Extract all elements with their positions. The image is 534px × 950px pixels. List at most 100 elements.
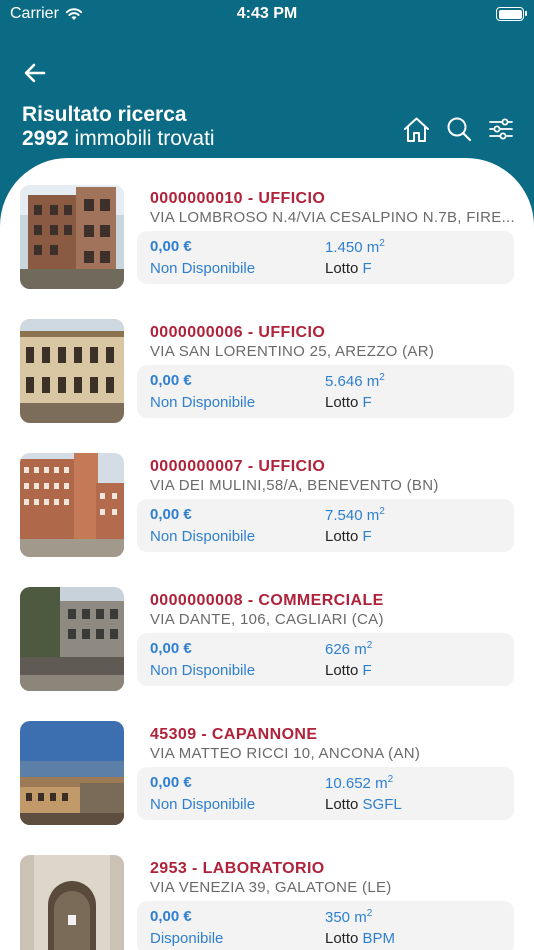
property-code: 45309 - CAPANNONE <box>150 726 318 743</box>
area-unit: m <box>366 239 380 256</box>
price: 0,00 € <box>150 372 192 389</box>
search-icon <box>447 117 471 142</box>
property-address: VIA VENEZIA 39, GALATONE (LE) <box>150 879 392 896</box>
list-item[interactable]: 2953 - LABORATORIO VIA VENEZIA 39, GALAT… <box>0 855 534 950</box>
lotto: Lotto F <box>325 260 372 277</box>
status-bar: Carrier 4:43 PM <box>0 0 534 30</box>
lotto-label: Lotto <box>325 796 359 813</box>
area-unit-exponent: 2 <box>379 372 385 383</box>
area-unit-exponent: 2 <box>387 774 394 785</box>
area-unit: m <box>354 909 367 926</box>
list-item[interactable]: 0000000006 - UFFICIO VIA SAN LORENTINO 2… <box>0 319 534 453</box>
details-card: 0,00 € Non Disponibile 7.540 m2 Lotto F <box>137 499 514 552</box>
property-code: 0000000006 - UFFICIO <box>150 324 326 341</box>
details-card: 0,00 € Non Disponibile 626 m2 Lotto F <box>137 633 514 686</box>
back-button[interactable] <box>20 58 50 88</box>
area: 350 m2 <box>325 908 372 926</box>
results-heading: Risultato ricerca 2992 immobili trovati <box>22 103 215 151</box>
property-address: VIA LOMBROSO N.4/VIA CESALPINO N.7B, FIR… <box>150 209 514 226</box>
price: 0,00 € <box>150 908 192 925</box>
area-unit-exponent: 2 <box>366 640 373 651</box>
area: 10.652 m2 <box>325 774 393 792</box>
lotto-value: SGFL <box>362 796 402 813</box>
home-button[interactable] <box>403 114 430 144</box>
area: 626 m2 <box>325 640 372 658</box>
property-code: 0000000010 - UFFICIO <box>150 190 326 207</box>
lotto-label: Lotto <box>325 260 359 277</box>
area-unit: m <box>354 641 367 658</box>
lotto-value: F <box>362 528 372 545</box>
results-count-number: 2992 <box>22 127 69 150</box>
item-info: 0000000006 - UFFICIO VIA SAN LORENTINO 2… <box>150 323 514 361</box>
area-value: 10.652 <box>325 775 371 792</box>
area: 1.450 m2 <box>325 238 385 256</box>
property-code: 0000000007 - UFFICIO <box>150 458 326 475</box>
search-button[interactable] <box>445 114 472 144</box>
lotto-value: F <box>362 394 372 411</box>
lotto-label: Lotto <box>325 394 359 411</box>
list-item[interactable]: 0000000007 - UFFICIO VIA DEI MULINI,58/A… <box>0 453 534 587</box>
lotto-label: Lotto <box>325 930 359 947</box>
price: 0,00 € <box>150 238 192 255</box>
property-code: 0000000008 - COMMERCIALE <box>150 592 384 609</box>
area-value: 1.450 <box>325 239 363 256</box>
availability: Non Disponibile <box>150 260 256 277</box>
price: 0,00 € <box>150 774 192 791</box>
property-photo <box>20 453 124 557</box>
results-count: 2992 immobili trovati <box>22 127 215 151</box>
area-value: 5.646 <box>325 373 363 390</box>
list-item[interactable]: 0000000010 - UFFICIO VIA LOMBROSO N.4/VI… <box>0 185 534 319</box>
sliders-icon <box>488 118 513 140</box>
filters-button[interactable] <box>487 114 514 144</box>
price: 0,00 € <box>150 640 192 657</box>
availability: Disponibile <box>150 930 224 947</box>
property-photo <box>20 587 124 691</box>
results-count-label: immobili trovati <box>68 127 215 150</box>
home-icon <box>404 117 429 142</box>
area-unit: m <box>366 507 380 524</box>
item-info: 0000000008 - COMMERCIALE VIA DANTE, 106,… <box>150 591 514 629</box>
item-info: 2953 - LABORATORIO VIA VENEZIA 39, GALAT… <box>150 859 514 897</box>
page-title: Risultato ricerca <box>22 103 187 126</box>
area-unit-exponent: 2 <box>379 238 385 249</box>
lotto-value: F <box>362 260 372 277</box>
property-photo <box>20 319 124 423</box>
area-unit: m <box>366 373 380 390</box>
availability: Non Disponibile <box>150 528 256 545</box>
price: 0,00 € <box>150 506 192 523</box>
lotto: Lotto F <box>325 662 372 679</box>
details-card: 0,00 € Non Disponibile 10.652 m2 Lotto S… <box>137 767 514 820</box>
lotto: Lotto F <box>325 528 372 545</box>
availability: Non Disponibile <box>150 394 256 411</box>
lotto-value: BPM <box>362 930 396 947</box>
arrow-left-icon <box>24 63 46 83</box>
property-photo <box>20 721 124 825</box>
availability: Non Disponibile <box>150 662 256 679</box>
list-item[interactable]: 45309 - CAPANNONE VIA MATTEO RICCI 10, A… <box>0 721 534 855</box>
area-value: 626 <box>325 641 351 658</box>
lotto: Lotto SGFL <box>325 796 402 813</box>
item-info: 45309 - CAPANNONE VIA MATTEO RICCI 10, A… <box>150 725 514 763</box>
property-address: VIA DANTE, 106, CAGLIARI (CA) <box>150 611 384 628</box>
item-info: 0000000007 - UFFICIO VIA DEI MULINI,58/A… <box>150 457 514 495</box>
property-address: VIA SAN LORENTINO 25, AREZZO (AR) <box>150 343 435 360</box>
details-card: 0,00 € Non Disponibile 1.450 m2 Lotto F <box>137 231 514 284</box>
list-item[interactable]: 0000000008 - COMMERCIALE VIA DANTE, 106,… <box>0 587 534 721</box>
area-unit-exponent: 2 <box>379 506 385 517</box>
results-list[interactable]: 0000000010 - UFFICIO VIA LOMBROSO N.4/VI… <box>0 185 534 950</box>
area-unit-exponent: 2 <box>366 908 373 919</box>
lotto: Lotto F <box>325 394 372 411</box>
item-info: 0000000010 - UFFICIO VIA LOMBROSO N.4/VI… <box>150 189 514 227</box>
lotto-value: F <box>362 662 372 679</box>
battery-icon <box>496 7 527 21</box>
status-time: 4:43 PM <box>236 5 298 22</box>
availability: Non Disponibile <box>150 796 256 813</box>
area-unit: m <box>375 775 388 792</box>
property-code: 2953 - LABORATORIO <box>150 860 325 877</box>
property-photo <box>20 855 124 950</box>
details-card: 0,00 € Disponibile 350 m2 Lotto BPM <box>137 901 514 950</box>
details-card: 0,00 € Non Disponibile 5.646 m2 Lotto F <box>137 365 514 418</box>
area-value: 350 <box>325 909 351 926</box>
property-photo <box>20 185 124 289</box>
property-address: VIA MATTEO RICCI 10, ANCONA (AN) <box>150 745 421 762</box>
